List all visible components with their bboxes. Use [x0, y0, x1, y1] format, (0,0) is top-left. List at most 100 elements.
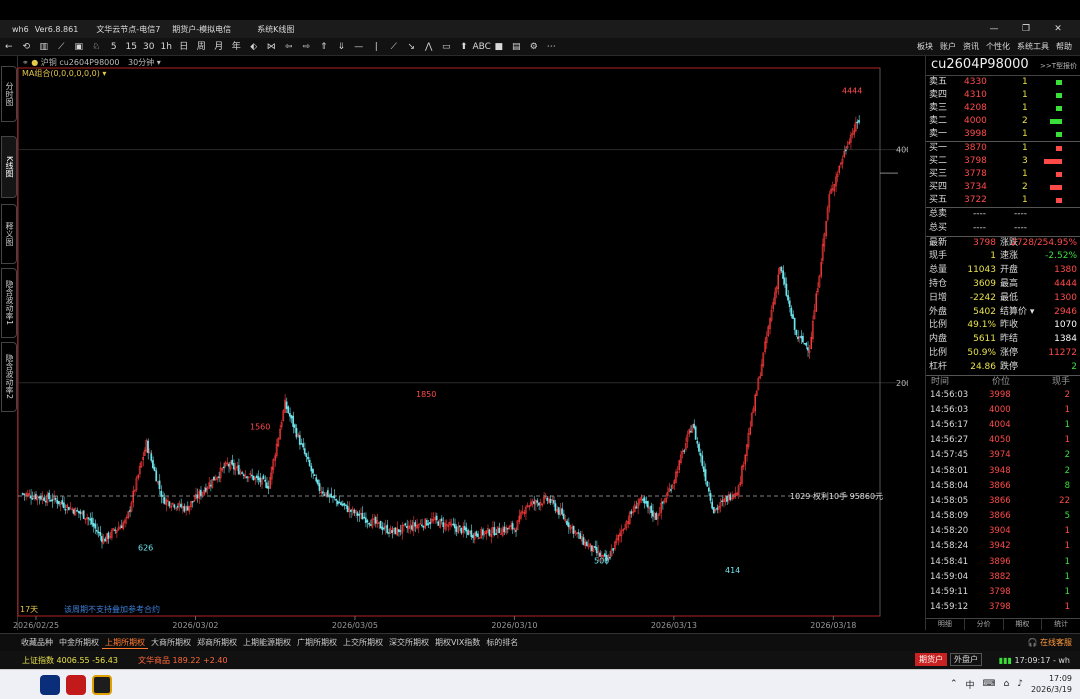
menu-item[interactable]: 账户: [940, 38, 956, 56]
toolbar-icon[interactable]: |: [368, 38, 386, 56]
tick-time: 14:56:27: [930, 435, 969, 446]
toolbar-icon[interactable]: 日: [175, 38, 193, 56]
toolbar-icon[interactable]: ■: [490, 38, 508, 56]
volume-icon[interactable]: ♪: [1017, 679, 1023, 689]
toolbar-icon[interactable]: ⟋: [385, 38, 403, 56]
period-select[interactable]: 30分钟 ▾: [128, 58, 161, 67]
chevron-up-icon[interactable]: ⌃: [950, 679, 958, 689]
exchange-tab[interactable]: 大商所期权: [148, 637, 194, 648]
toolbar-icon[interactable]: ▤: [508, 38, 526, 56]
candle-body: [536, 500, 539, 503]
toolbar-icon[interactable]: 周: [193, 38, 211, 56]
toolbar-icon[interactable]: ↘: [403, 38, 421, 56]
ime-indicator[interactable]: 中: [965, 678, 974, 691]
bid-row[interactable]: 买三 3778 1: [926, 168, 1080, 181]
index-ticker[interactable]: 上证指数 4006.55 -56.43: [22, 655, 118, 666]
ask-row[interactable]: 卖五 4330 1: [926, 76, 1080, 89]
quote-tab[interactable]: 明细: [926, 619, 965, 630]
link-icon[interactable]: ⚭: [22, 58, 29, 67]
bid-row[interactable]: 买四 3734 2: [926, 181, 1080, 194]
minimize-icon[interactable]: —: [978, 20, 1010, 38]
tick-price: 4004: [989, 419, 1011, 430]
sector-ticker[interactable]: 文华商品 189.22 +2.40: [138, 655, 228, 666]
toolbar-icon[interactable]: ⇑: [315, 38, 333, 56]
toolbar-icon[interactable]: ⋯: [543, 38, 561, 56]
candle-body: [99, 531, 102, 536]
menu-item[interactable]: 帮助: [1056, 38, 1072, 56]
exchange-tab[interactable]: 收藏品种: [18, 637, 56, 648]
tick-list[interactable]: 14:56:03 3998 2 14:56:03 4000 1 14:56:17 4004 1 1…: [926, 388, 1080, 616]
candle-body: [661, 501, 664, 504]
toolbar-icon[interactable]: ▭: [438, 38, 456, 56]
toolbar-icon[interactable]: ▣: [70, 38, 88, 56]
toolbar-icon[interactable]: ⬆: [455, 38, 473, 56]
candle-body: [307, 456, 309, 460]
kline-chart[interactable]: 2000 4000 2026/02/25 2026/03/02 2026/03/05 20…: [0, 56, 908, 630]
indicator-select[interactable]: MA组合(0,0,0,0,0,0) ▾: [22, 68, 106, 79]
app-icon-1[interactable]: [40, 675, 60, 695]
customer-service-button[interactable]: 🎧 在线客服: [1027, 637, 1072, 648]
server-node[interactable]: 文华云节点-电信7: [96, 24, 160, 35]
keyboard-icon[interactable]: ⌨: [983, 679, 996, 689]
toolbar-icon[interactable]: 30: [140, 38, 158, 56]
ask-row[interactable]: 卖一 3998 1: [926, 128, 1080, 141]
exchange-tab[interactable]: 中金所期权: [56, 637, 102, 648]
exchange-tab[interactable]: 深交所期权: [386, 637, 432, 648]
quote-tab[interactable]: 统计: [1042, 619, 1080, 630]
account-name[interactable]: 期货户-模拟电信: [172, 24, 231, 35]
toolbar-icon[interactable]: ⇓: [333, 38, 351, 56]
toolbar-icon[interactable]: ⟋: [53, 38, 71, 56]
toolbar-icon[interactable]: ←: [0, 38, 18, 56]
quote-tab[interactable]: 期权: [1004, 619, 1043, 630]
exchange-tab[interactable]: 上交所期权: [340, 637, 386, 648]
close-icon[interactable]: ✕: [1042, 20, 1074, 38]
menu-item[interactable]: 系统工具: [1017, 38, 1049, 56]
candle-body: [317, 479, 319, 485]
bid-row[interactable]: 买一 3870 1: [926, 142, 1080, 155]
toolbar-icon[interactable]: 年: [228, 38, 246, 56]
candle-body: [31, 497, 34, 500]
toolbar-icon[interactable]: ⟲: [18, 38, 36, 56]
maximize-icon[interactable]: ❐: [1010, 20, 1042, 38]
ask-row[interactable]: 卖三 4208 1: [926, 102, 1080, 115]
t-quote-link[interactable]: >>T型报价: [1040, 61, 1077, 71]
toolbar-icon[interactable]: 15: [123, 38, 141, 56]
exchange-tab[interactable]: 上期能源期权: [240, 637, 294, 648]
network-icon[interactable]: ⌂: [1004, 679, 1010, 689]
exchange-tab[interactable]: 期权VIX指数: [432, 637, 483, 648]
quote-tab[interactable]: 分价: [965, 619, 1004, 630]
toolbar-icon[interactable]: ABC: [473, 38, 491, 56]
app-icon-2[interactable]: [66, 675, 86, 695]
app-icon-3[interactable]: [92, 675, 112, 695]
toolbar-icon[interactable]: 5: [105, 38, 123, 56]
exchange-tab[interactable]: 广期所期权: [294, 637, 340, 648]
ask-row[interactable]: 卖四 4310 1: [926, 89, 1080, 102]
y-tick-label: 2000: [896, 379, 908, 388]
exchange-tab[interactable]: 标的排名: [483, 637, 521, 648]
toolbar-icon[interactable]: ⋈: [263, 38, 281, 56]
toolbar-icon[interactable]: ⇦: [280, 38, 298, 56]
candle-body: [460, 527, 463, 534]
bid-row[interactable]: 买二 3798 3: [926, 155, 1080, 168]
toolbar-icon[interactable]: ⚙: [525, 38, 543, 56]
stat-label[interactable]: 结算价 ▾: [1000, 306, 1034, 320]
menu-item[interactable]: 资讯: [963, 38, 979, 56]
external-account-button[interactable]: 外盘户: [950, 653, 982, 666]
exchange-tab[interactable]: 上期所期权: [102, 637, 148, 649]
menu-item[interactable]: 板块: [917, 38, 933, 56]
toolbar-icon[interactable]: ⬖: [245, 38, 263, 56]
toolbar-icon[interactable]: ▥: [35, 38, 53, 56]
exchange-tab[interactable]: 郑商所期权: [194, 637, 240, 648]
tick-row: 14:58:04 3866 8: [926, 479, 1080, 494]
toolbar-icon[interactable]: ⇨: [298, 38, 316, 56]
futures-account-button[interactable]: 期货户: [915, 653, 947, 666]
ask-row[interactable]: 卖二 4000 2: [926, 115, 1080, 128]
toolbar-icon[interactable]: 月: [210, 38, 228, 56]
toolbar-icon[interactable]: —: [350, 38, 368, 56]
taskbar-clock[interactable]: 17:09 2026/3/19: [1031, 673, 1072, 695]
toolbar-icon[interactable]: ⋀: [420, 38, 438, 56]
bid-row[interactable]: 买五 3722 1: [926, 194, 1080, 207]
toolbar-icon[interactable]: ♘: [88, 38, 106, 56]
toolbar-icon[interactable]: 1h: [158, 38, 176, 56]
menu-item[interactable]: 个性化: [986, 38, 1010, 56]
